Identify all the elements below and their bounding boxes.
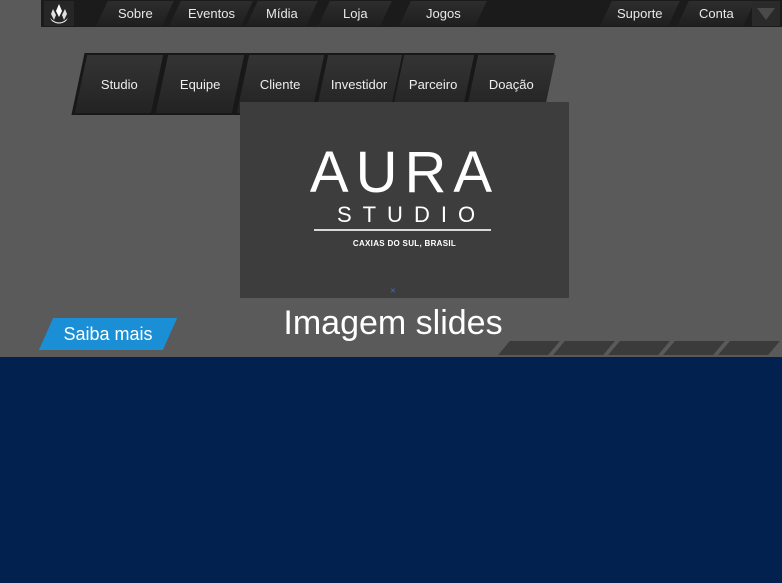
- top-nav-label: Sobre: [117, 6, 153, 21]
- broken-image-icon: ✕: [390, 288, 396, 295]
- top-nav-label: Mídia: [266, 6, 298, 21]
- top-nav-label: Conta: [698, 6, 734, 21]
- top-nav-conta[interactable]: Conta: [677, 1, 755, 26]
- top-nav-suporte[interactable]: Suporte: [600, 1, 680, 26]
- page: Sobre Eventos Mídia Loja Jogos Suporte C…: [0, 0, 782, 583]
- sub-nav-label: Equipe: [179, 76, 221, 92]
- crystal-logo-icon: [50, 3, 68, 23]
- sub-nav-label: Doação: [488, 76, 534, 92]
- top-nav-label: Jogos: [425, 6, 461, 21]
- sub-nav-label: Parceiro: [408, 76, 458, 92]
- slide-indicator[interactable]: [553, 341, 615, 355]
- slide-indicator[interactable]: [718, 341, 780, 355]
- top-nav-label: Loja: [342, 6, 368, 21]
- saiba-mais-label[interactable]: Saiba mais: [46, 318, 170, 350]
- sub-nav-studio[interactable]: Studio: [74, 55, 164, 113]
- sub-nav-label: Cliente: [260, 76, 301, 92]
- main-content-area: [0, 357, 782, 583]
- brand-divider: [314, 229, 491, 231]
- top-nav-eventos[interactable]: Eventos: [169, 1, 253, 26]
- slide-image[interactable]: AURA STUDIO CAXIAS DO SUL, BRASIL ✕: [240, 102, 569, 298]
- top-nav-label: Eventos: [187, 6, 235, 21]
- top-nav-midia[interactable]: Mídia: [246, 1, 318, 26]
- top-nav-jogos[interactable]: Jogos: [399, 1, 487, 26]
- sub-nav-label: Studio: [100, 76, 138, 92]
- brand-location: CAXIAS DO SUL, BRASIL: [352, 239, 457, 248]
- brand-subtitle: STUDIO: [336, 202, 487, 227]
- sub-nav-equipe[interactable]: Equipe: [155, 55, 245, 113]
- slide-indicators: [498, 341, 782, 355]
- slide-indicator[interactable]: [498, 341, 560, 355]
- top-navigation-bar: Sobre Eventos Mídia Loja Jogos Suporte C…: [0, 0, 782, 27]
- top-nav-label: Suporte: [617, 6, 663, 21]
- sub-nav-label: Investidor: [330, 76, 388, 92]
- top-nav-sobre[interactable]: Sobre: [96, 1, 174, 26]
- slide-indicator[interactable]: [663, 341, 725, 355]
- slide-indicator[interactable]: [608, 341, 670, 355]
- top-nav-loja[interactable]: Loja: [318, 1, 392, 26]
- home-logo-link[interactable]: [44, 1, 74, 26]
- brand-logo-text: AURA: [309, 140, 500, 205]
- account-dropdown-button[interactable]: [752, 1, 780, 26]
- triangle-down-icon: [757, 7, 775, 20]
